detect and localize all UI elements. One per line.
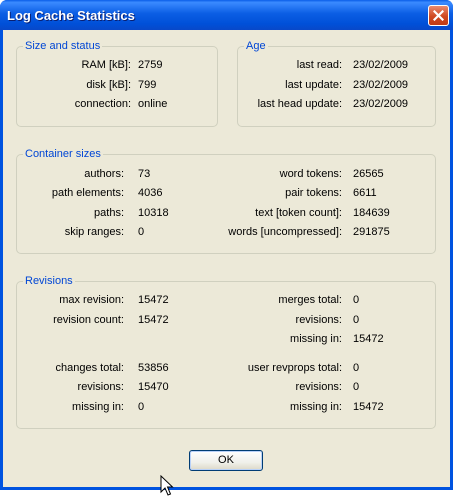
- words-uncompressed-value: 291875: [353, 226, 390, 238]
- last-update-label: last update:: [285, 79, 342, 91]
- authors-label: authors:: [84, 168, 124, 180]
- group-title: Age: [244, 39, 268, 53]
- last-head-update-value: 23/02/2009: [353, 98, 409, 110]
- user-revprops-total-value: 0: [353, 362, 360, 374]
- mouse-pointer-icon: [160, 475, 174, 496]
- pair-tokens-label: pair tokens:: [285, 187, 342, 199]
- changes-revisions-label: revisions:: [77, 381, 124, 393]
- pair-tokens-value: 6611: [353, 187, 377, 199]
- revision-count-label: revision count:: [53, 314, 124, 326]
- path-elements-label: path elements:: [51, 187, 124, 199]
- last-head-update-label: last head update:: [257, 98, 342, 110]
- group-title: Revisions: [23, 274, 75, 288]
- close-icon: [433, 10, 444, 21]
- group-title: Size and status: [23, 39, 103, 53]
- changes-total-label: changes total:: [55, 362, 125, 374]
- max-revision-label: max revision:: [59, 294, 124, 306]
- merges-missing-in-label: missing in:: [290, 333, 342, 345]
- merges-missing-in-value: 15472: [353, 333, 384, 345]
- merges-total-label: merges total:: [278, 294, 342, 306]
- last-read-label: last read:: [296, 59, 342, 71]
- word-tokens-value: 26565: [353, 168, 384, 180]
- title-bar[interactable]: Log Cache Statistics: [0, 0, 453, 30]
- skip-ranges-label: skip ranges:: [64, 226, 124, 238]
- authors-value: 73: [138, 168, 151, 180]
- paths-value: 10318: [138, 207, 169, 219]
- changes-total-value: 53856: [138, 362, 169, 374]
- merges-revisions-value: 0: [353, 314, 360, 326]
- user-revprops-missing-in-label: missing in:: [290, 401, 342, 413]
- disk-label: disk [kB]:: [86, 79, 131, 91]
- dialog-client-area: Size and status RAM [kB]: 2759 disk [kB]…: [3, 30, 450, 496]
- text-token-count-label: text [token count]:: [255, 207, 342, 219]
- paths-label: paths:: [94, 207, 124, 219]
- changes-missing-in-value: 0: [138, 401, 145, 413]
- changes-revisions-value: 15470: [138, 381, 169, 393]
- changes-missing-in-label: missing in:: [72, 401, 124, 413]
- user-revprops-missing-in-value: 15472: [353, 401, 384, 413]
- log-cache-statistics-dialog: Log Cache Statistics Size and status RAM…: [0, 0, 453, 496]
- words-uncompressed-label: words [uncompressed]:: [228, 226, 342, 238]
- revision-count-value: 15472: [138, 314, 169, 326]
- last-read-value: 23/02/2009: [353, 59, 409, 71]
- disk-value: 799: [138, 79, 157, 91]
- close-button[interactable]: [428, 5, 449, 26]
- ram-label: RAM [kB]:: [81, 59, 131, 71]
- max-revision-value: 15472: [138, 294, 169, 306]
- connection-value: online: [138, 98, 168, 110]
- group-title: Container sizes: [23, 147, 103, 161]
- user-revprops-total-label: user revprops total:: [247, 362, 342, 374]
- merges-total-value: 0: [353, 294, 360, 306]
- window-title: Log Cache Statistics: [7, 8, 135, 23]
- path-elements-value: 4036: [138, 187, 163, 199]
- word-tokens-label: word tokens:: [279, 168, 342, 180]
- ram-value: 2759: [138, 59, 163, 71]
- connection-label: connection:: [74, 98, 131, 110]
- skip-ranges-value: 0: [138, 226, 145, 238]
- user-revprops-revisions-value: 0: [353, 381, 360, 393]
- last-update-value: 23/02/2009: [353, 79, 409, 91]
- merges-revisions-label: revisions:: [295, 314, 342, 326]
- ok-button[interactable]: OK: [189, 450, 263, 471]
- user-revprops-revisions-label: revisions:: [295, 381, 342, 393]
- text-token-count-value: 184639: [353, 207, 390, 219]
